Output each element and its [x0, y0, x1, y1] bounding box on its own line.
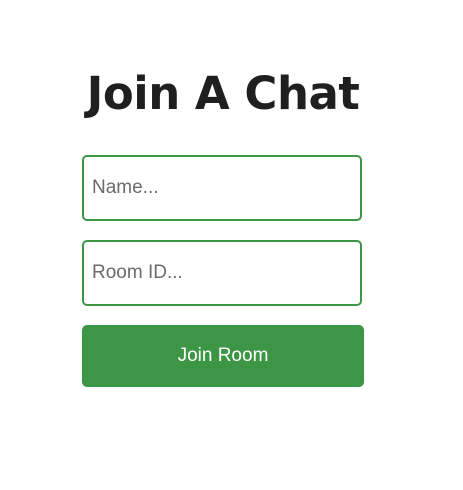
join-room-button[interactable]: Join Room: [82, 325, 364, 387]
name-input[interactable]: [82, 155, 362, 221]
page-title: Join A Chat: [86, 67, 360, 120]
room-id-input[interactable]: [82, 240, 362, 306]
